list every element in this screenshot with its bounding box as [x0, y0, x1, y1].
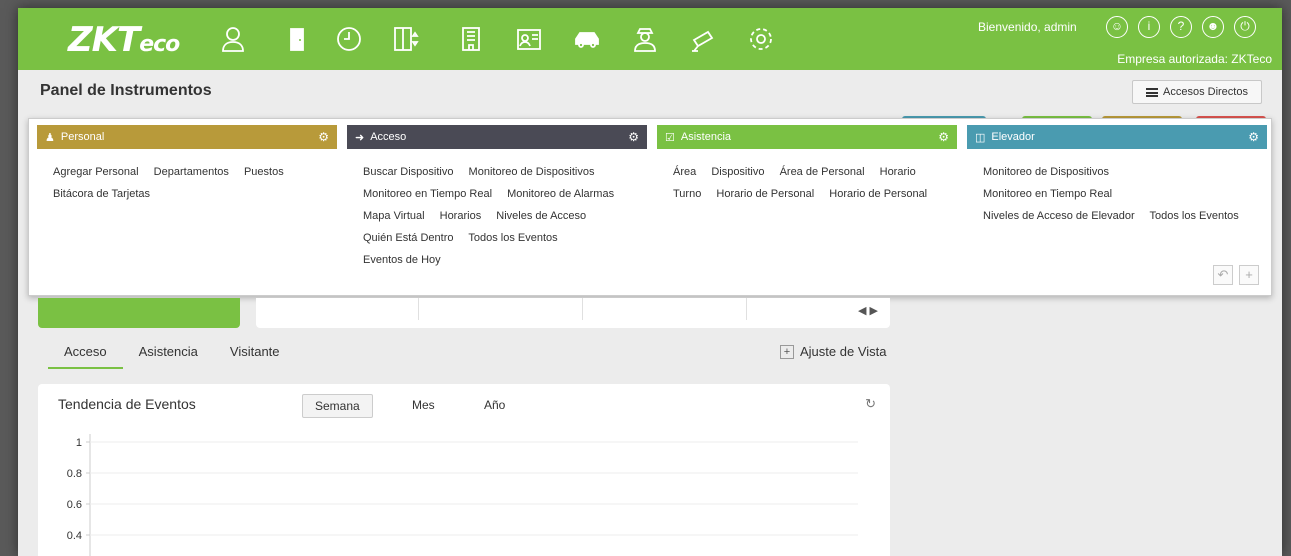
gear-icon[interactable]: ⚙ — [628, 130, 639, 144]
add-icon[interactable]: + — [1239, 265, 1259, 285]
refresh-icon[interactable]: ↻ — [865, 396, 876, 412]
link-quien-esta-dentro[interactable]: Quién Está Dentro — [363, 232, 454, 244]
link-elev-niveles-acceso[interactable]: Niveles de Acceso de Elevador — [983, 210, 1135, 222]
link-buscar-dispositivo[interactable]: Buscar Dispositivo — [363, 166, 453, 178]
summary-widget — [38, 298, 240, 328]
range-year-button[interactable]: Año — [472, 394, 517, 416]
elevator-icon[interactable] — [388, 22, 422, 56]
settings-icon[interactable] — [744, 22, 778, 56]
column-header: ◫ Elevador ⚙ — [967, 125, 1267, 149]
top-navigation-bar: ZKTeco Bienvenido, admin ☺ i ? ☻ ⏻ Empre… — [18, 8, 1282, 70]
gear-icon[interactable]: ⚙ — [318, 130, 329, 144]
y-tick-label: 0.6 — [67, 499, 82, 511]
y-tick-label: 0.8 — [67, 468, 82, 480]
y-tick-label: 1 — [76, 437, 82, 449]
power-icon[interactable]: ⏻ — [1234, 16, 1256, 38]
building-icon[interactable] — [454, 22, 488, 56]
door-enter-icon: ➜ — [355, 131, 365, 144]
company-label: Empresa autorizada: ZKTeco — [1117, 52, 1272, 66]
range-week-button[interactable]: Semana — [302, 394, 373, 418]
gear-icon[interactable]: ⚙ — [1248, 130, 1259, 144]
link-agregar-personal[interactable]: Agregar Personal — [53, 166, 139, 178]
welcome-text: Bienvenido, admin — [978, 20, 1077, 34]
link-elev-monitoreo-dispositivos[interactable]: Monitoreo de Dispositivos — [983, 166, 1109, 178]
link-elev-todos-eventos[interactable]: Todos los Eventos — [1150, 210, 1239, 222]
plus-icon: + — [780, 344, 794, 359]
y-tick-label: 0.4 — [67, 530, 82, 542]
help-icon[interactable]: ? — [1170, 16, 1192, 38]
page-title: Panel de Instrumentos — [40, 82, 212, 99]
module-tabs: Acceso Asistencia Visitante — [48, 344, 296, 369]
calendar-check-icon: ☑ — [665, 131, 675, 144]
quick-access-panel: ♟ Personal ⚙ Agregar Personal Departament… — [28, 118, 1272, 296]
tab-visitante[interactable]: Visitante — [214, 344, 296, 369]
view-settings-button[interactable]: + Ajuste de Vista — [780, 344, 886, 359]
range-month-button[interactable]: Mes — [400, 394, 447, 416]
link-turno[interactable]: Turno — [673, 188, 701, 200]
tab-asistencia[interactable]: Asistencia — [123, 344, 214, 369]
link-eventos-hoy[interactable]: Eventos de Hoy — [363, 254, 441, 266]
zkteco-logo: ZKTeco — [68, 20, 180, 60]
link-horario-personal-2[interactable]: Horario de Personal — [829, 188, 927, 200]
door-icon[interactable] — [280, 22, 314, 56]
link-todos-eventos[interactable]: Todos los Eventos — [468, 232, 557, 244]
panel-column-elevador: ◫ Elevador ⚙ Monitoreo de Dispositivos Mo… — [967, 125, 1267, 227]
link-area-personal[interactable]: Área de Personal — [780, 166, 865, 178]
link-mapa-virtual[interactable]: Mapa Virtual — [363, 210, 425, 222]
link-area[interactable]: Área — [673, 166, 696, 178]
event-trend-card: Tendencia de Eventos Semana Mes Año ↻ 1 0… — [38, 384, 890, 556]
link-departamentos[interactable]: Departamentos — [154, 166, 229, 178]
link-horario-personal[interactable]: Horario de Personal — [716, 188, 814, 200]
link-horario[interactable]: Horario — [880, 166, 916, 178]
link-monitoreo-tiempo-real[interactable]: Monitoreo en Tiempo Real — [363, 188, 492, 200]
pager-arrows[interactable]: ◀ ▶ — [858, 304, 878, 317]
visitor-icon[interactable] — [512, 22, 546, 56]
stats-widget: ◀ ▶ — [256, 298, 890, 328]
link-niveles-acceso[interactable]: Niveles de Acceso — [496, 210, 586, 222]
info-icon[interactable]: i — [1138, 16, 1160, 38]
event-trend-chart: 1 0.8 0.6 0.4 — [67, 434, 858, 556]
link-horarios[interactable]: Horarios — [440, 210, 482, 222]
car-icon[interactable] — [570, 22, 604, 56]
guard-icon[interactable] — [628, 22, 662, 56]
user-circle-icon[interactable]: ☺ — [1106, 16, 1128, 38]
gear-icon[interactable]: ⚙ — [938, 130, 949, 144]
column-header: ➜ Acceso ⚙ — [347, 125, 647, 149]
column-header: ☑ Asistencia ⚙ — [657, 125, 957, 149]
account-icon[interactable]: ☻ — [1202, 16, 1224, 38]
link-bitacora-tarjetas[interactable]: Bitácora de Tarjetas — [53, 188, 150, 200]
column-header: ♟ Personal ⚙ — [37, 125, 337, 149]
menu-icon — [1146, 87, 1158, 97]
quick-access-button[interactable]: Accesos Directos — [1132, 80, 1262, 104]
app-window: ZKTeco Bienvenido, admin ☺ i ? ☻ ⏻ Empre… — [18, 8, 1282, 556]
panel-column-asistencia: ☑ Asistencia ⚙ Área Dispositivo Área de P… — [657, 125, 957, 205]
link-monitoreo-dispositivos[interactable]: Monitoreo de Dispositivos — [469, 166, 595, 178]
link-puestos[interactable]: Puestos — [244, 166, 284, 178]
persons-icon: ♟ — [45, 131, 55, 144]
personnel-icon[interactable] — [216, 22, 250, 56]
clock-icon[interactable] — [332, 22, 366, 56]
elevator-icon: ◫ — [975, 131, 986, 144]
card-title: Tendencia de Eventos — [58, 396, 196, 412]
link-elev-monitoreo-tiempo-real[interactable]: Monitoreo en Tiempo Real — [983, 188, 1112, 200]
undo-icon[interactable]: ↶ — [1213, 265, 1233, 285]
link-dispositivo[interactable]: Dispositivo — [711, 166, 764, 178]
link-monitoreo-alarmas[interactable]: Monitoreo de Alarmas — [507, 188, 614, 200]
tab-acceso[interactable]: Acceso — [48, 344, 123, 369]
panel-column-personal: ♟ Personal ⚙ Agregar Personal Departament… — [37, 125, 337, 205]
panel-column-acceso: ➜ Acceso ⚙ Buscar Dispositivo Monitoreo d… — [347, 125, 647, 271]
camera-icon[interactable] — [686, 22, 720, 56]
